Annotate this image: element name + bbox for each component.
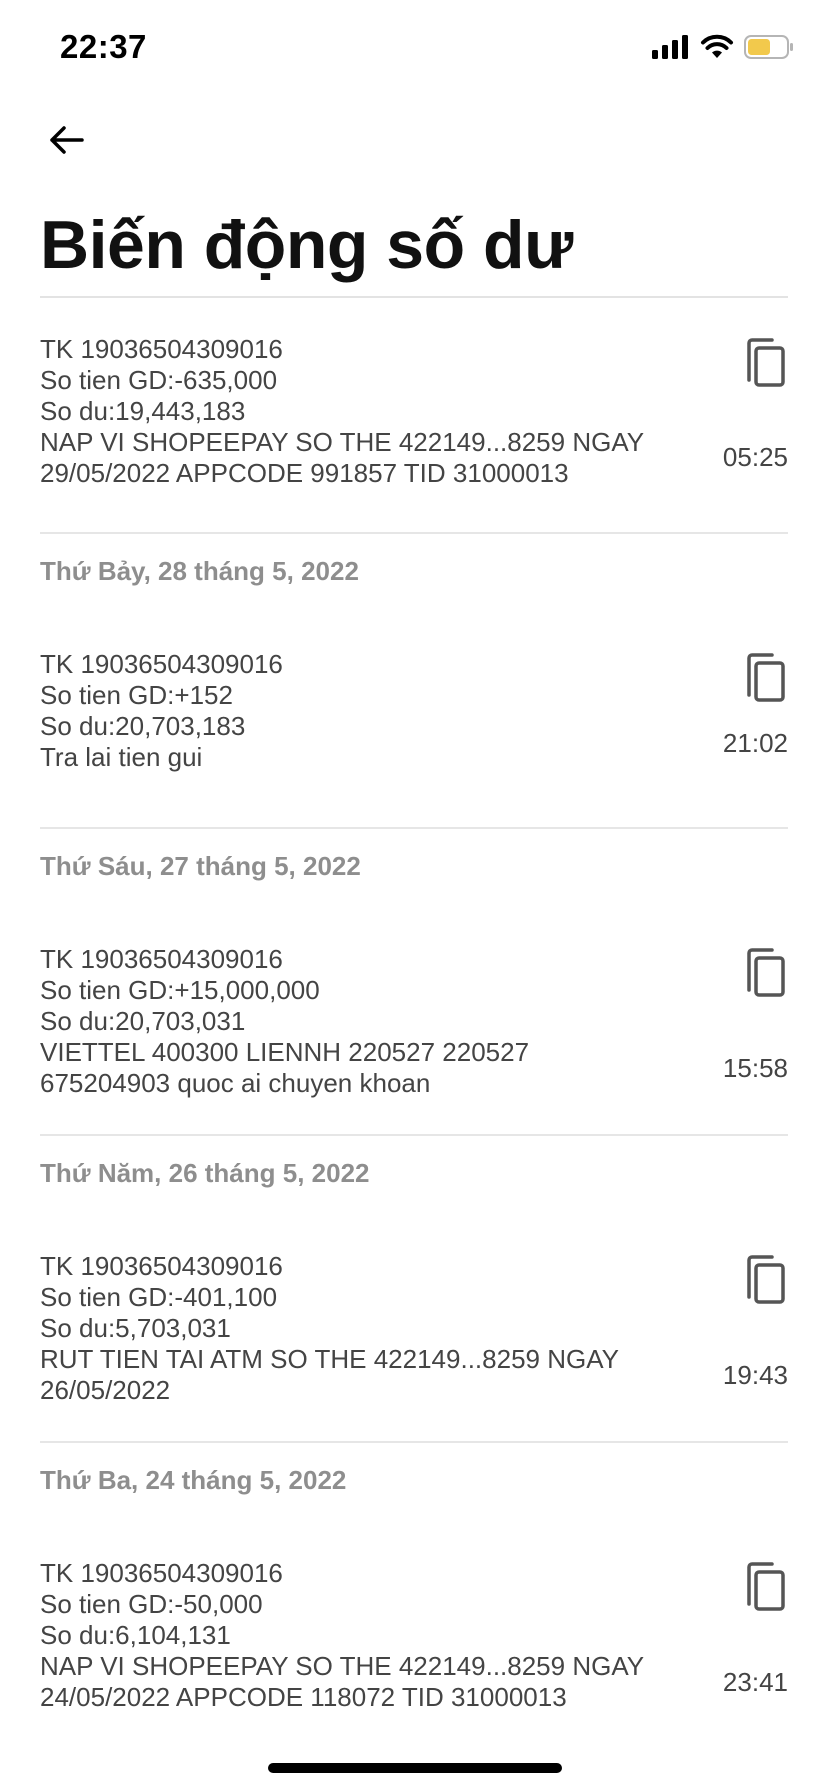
description-line-1: NAP VI SHOPEEPAY SO THE 422149...8259 NG…: [40, 427, 645, 457]
transaction-time: 19:43: [722, 1360, 788, 1390]
description-line-2: 26/05/2022: [40, 1375, 171, 1405]
transaction-time: 15:58: [722, 1053, 788, 1083]
transaction-time: 21:02: [722, 728, 788, 758]
transaction-item: TK 19036504309016 So tien GD:-635,000 So…: [40, 298, 788, 534]
transaction-details: TK 19036504309016 So tien GD:+15,000,000…: [40, 944, 529, 1099]
transaction-group: Thứ Ba, 24 tháng 5, 2022 TK 190365043090…: [40, 1443, 788, 1748]
back-button[interactable]: [44, 118, 88, 162]
transaction-amount: So tien GD:+152: [40, 680, 233, 710]
copy-icon: [747, 1255, 785, 1304]
description-line-2: 24/05/2022 APPCODE 118072 TID 31000013: [40, 1682, 567, 1712]
transaction-item: TK 19036504309016 So tien GD:-50,000 So …: [40, 1517, 788, 1748]
account-number: TK 19036504309016: [40, 334, 283, 364]
copy-icon: [747, 338, 785, 387]
status-bar: 22:37: [0, 0, 828, 100]
transaction-amount: So tien GD:-50,000: [40, 1589, 263, 1619]
copy-button[interactable]: [740, 653, 786, 703]
date-header: Thứ Năm, 26 tháng 5, 2022: [40, 1157, 370, 1188]
transaction-item: TK 19036504309016 So tien GD:+152 So du:…: [40, 608, 788, 829]
arrow-left-icon: [50, 126, 84, 154]
account-number: TK 19036504309016: [40, 649, 283, 679]
account-number: TK 19036504309016: [40, 1558, 283, 1588]
transaction-details: TK 19036504309016 So tien GD:+152 So du:…: [40, 649, 283, 773]
date-header: Thứ Bảy, 28 tháng 5, 2022: [40, 555, 359, 586]
copy-icon: [747, 653, 785, 702]
copy-button[interactable]: [740, 1255, 786, 1305]
transaction-item: TK 19036504309016 So tien GD:-401,100 So…: [40, 1210, 788, 1443]
transaction-item: TK 19036504309016 So tien GD:+15,000,000…: [40, 903, 788, 1136]
description-line-2: 675204903 quoc ai chuyen khoan: [40, 1068, 431, 1098]
cellular-signal-icon: [652, 35, 688, 59]
transaction-group: Thứ Bảy, 28 tháng 5, 2022 TK 19036504309…: [40, 534, 788, 829]
balance: So du:20,703,183: [40, 711, 246, 741]
balance: So du:20,703,031: [40, 1006, 246, 1036]
battery-icon: [744, 35, 793, 59]
description-line-1: VIETTEL 400300 LIENNH 220527 220527: [40, 1037, 530, 1067]
account-number: TK 19036504309016: [40, 944, 283, 974]
balance: So du:5,703,031: [40, 1313, 231, 1343]
page-title: Biến động số dư: [40, 207, 573, 283]
status-time: 22:37: [60, 28, 147, 65]
copy-button[interactable]: [740, 948, 786, 998]
transaction-group: TK 19036504309016 So tien GD:-635,000 So…: [40, 298, 788, 534]
description-line-1: Tra lai tien gui: [40, 742, 203, 772]
copy-button[interactable]: [740, 1562, 786, 1612]
date-header: Thứ Sáu, 27 tháng 5, 2022: [40, 850, 361, 881]
copy-icon: [747, 1562, 785, 1611]
transaction-amount: So tien GD:+15,000,000: [40, 975, 320, 1005]
wifi-icon: [701, 34, 733, 58]
transaction-group: Thứ Sáu, 27 tháng 5, 2022 TK 19036504309…: [40, 829, 788, 1136]
transaction-amount: So tien GD:-635,000: [40, 365, 278, 395]
transaction-details: TK 19036504309016 So tien GD:-50,000 So …: [40, 1558, 644, 1713]
transaction-list: TK 19036504309016 So tien GD:-635,000 So…: [40, 298, 788, 1748]
transaction-amount: So tien GD:-401,100: [40, 1282, 278, 1312]
balance: So du:6,104,131: [40, 1620, 231, 1650]
description-line-1: NAP VI SHOPEEPAY SO THE 422149...8259 NG…: [40, 1651, 645, 1681]
balance: So du:19,443,183: [40, 396, 246, 426]
transaction-time: 05:25: [722, 442, 788, 472]
status-icons: [652, 34, 794, 60]
description-line-2: 29/05/2022 APPCODE 991857 TID 31000013: [40, 458, 569, 488]
transaction-time: 23:41: [722, 1667, 788, 1697]
home-indicator[interactable]: [268, 1763, 562, 1773]
date-header: Thứ Ba, 24 tháng 5, 2022: [40, 1464, 347, 1495]
copy-button[interactable]: [740, 338, 786, 388]
copy-icon: [747, 948, 785, 997]
description-line-1: RUT TIEN TAI ATM SO THE 422149...8259 NG…: [40, 1344, 619, 1374]
transaction-details: TK 19036504309016 So tien GD:-635,000 So…: [40, 334, 644, 489]
transaction-details: TK 19036504309016 So tien GD:-401,100 So…: [40, 1251, 619, 1406]
transaction-group: Thứ Năm, 26 tháng 5, 2022 TK 19036504309…: [40, 1136, 788, 1443]
account-number: TK 19036504309016: [40, 1251, 283, 1281]
